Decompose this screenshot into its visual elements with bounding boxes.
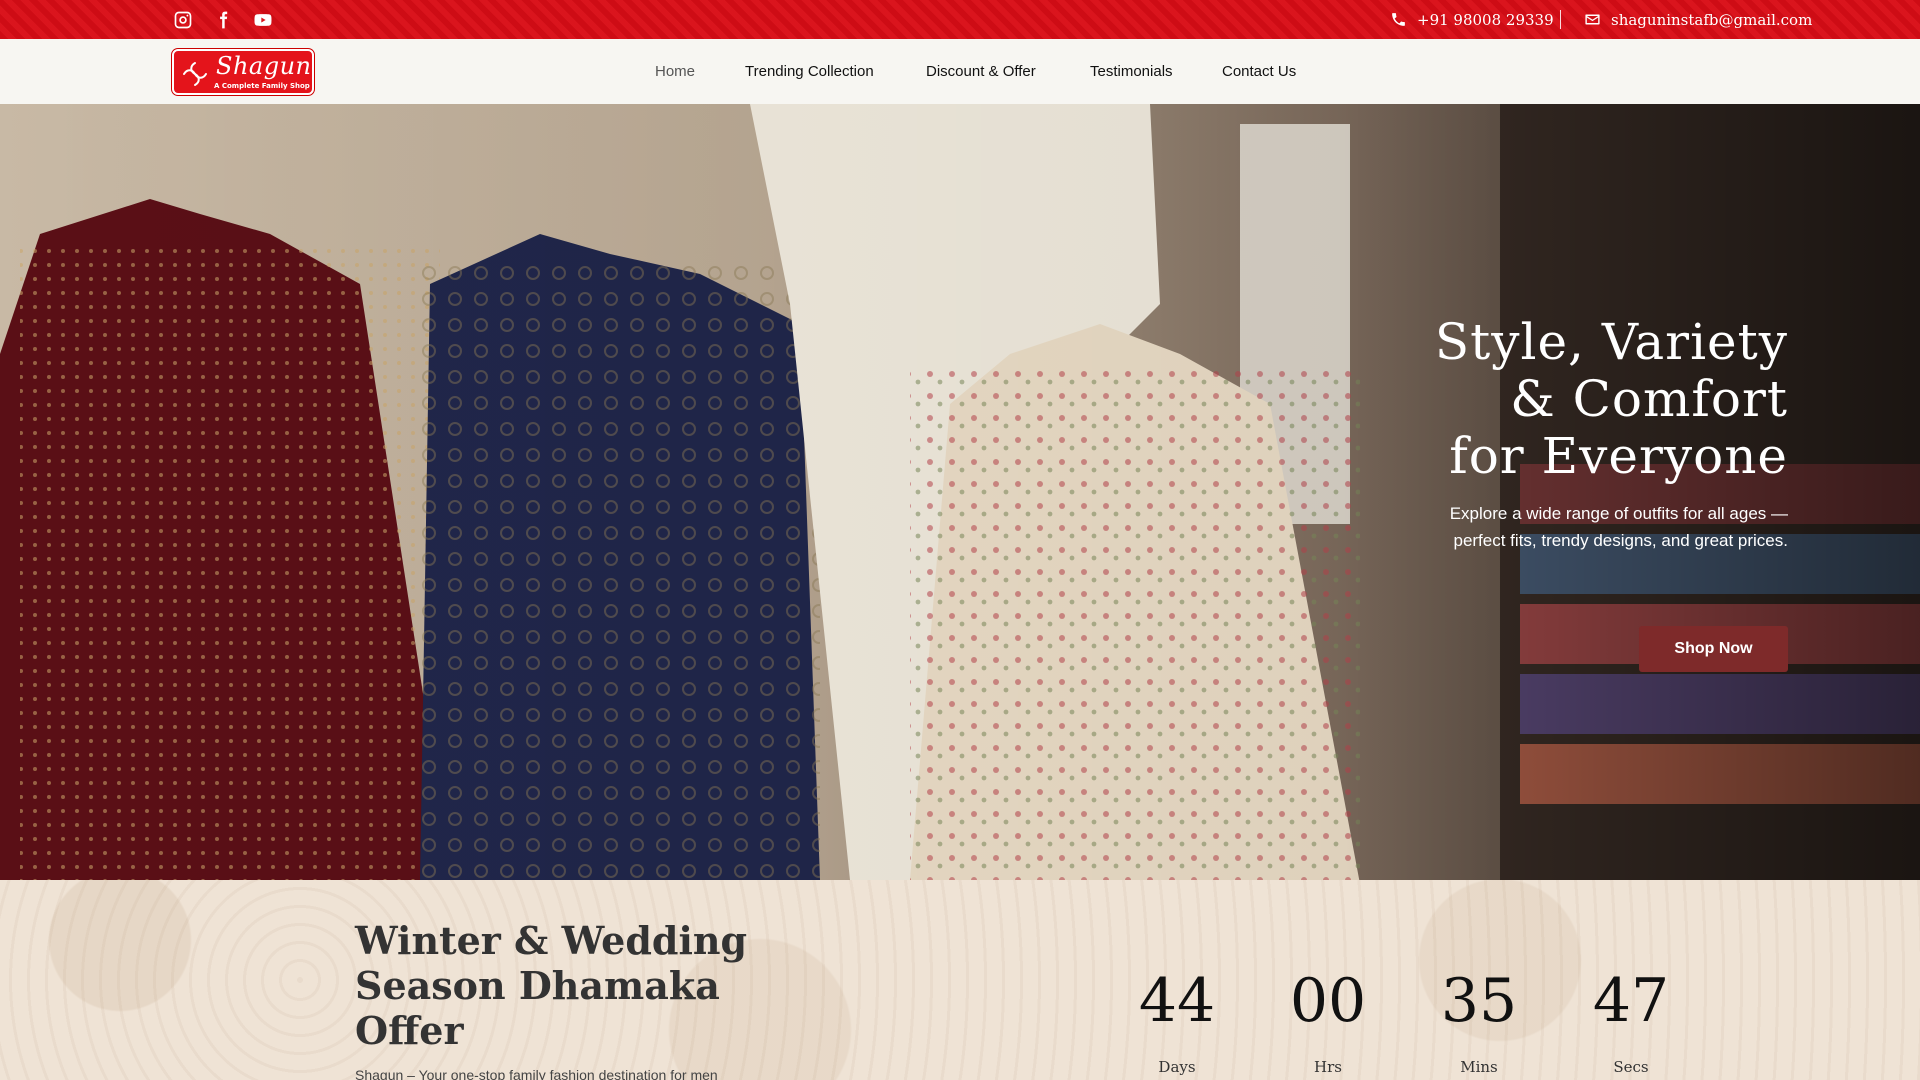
countdown-hours: 00 Hrs <box>1268 968 1388 1076</box>
youtube-icon[interactable] <box>252 9 274 31</box>
offer-title: Winter & Wedding Season Dhamaka Offer <box>355 918 748 1053</box>
email-contact[interactable]: shaguninstafb@gmail.com <box>1584 0 1812 39</box>
countdown-label: Secs <box>1613 1058 1649 1076</box>
mail-icon <box>1585 14 1600 25</box>
countdown-value: 35 <box>1440 966 1518 1036</box>
hero-title: Style, Variety & Comfort for Everyone <box>1435 314 1788 485</box>
nav-trending-collection[interactable]: Trending Collection <box>745 63 874 80</box>
nav-contact-us[interactable]: Contact Us <box>1222 63 1296 80</box>
brand-tagline: A Complete Family Shop <box>214 82 310 90</box>
phone-number: +91 98008 29339 <box>1417 10 1554 29</box>
nav-home[interactable]: Home <box>655 63 695 80</box>
shop-now-button[interactable]: Shop Now <box>1639 626 1788 672</box>
hero-title-line: for Everyone <box>1449 427 1788 485</box>
countdown-label: Hrs <box>1314 1058 1342 1076</box>
countdown-seconds: 47 Secs <box>1571 968 1691 1076</box>
nav-testimonials[interactable]: Testimonials <box>1090 63 1173 80</box>
brand-name: Shagun <box>216 52 312 80</box>
navbar: Shagun A Complete Family Shop Home Trend… <box>0 39 1920 104</box>
countdown-minutes: 35 Mins <box>1419 968 1539 1076</box>
hero-image <box>0 104 1920 880</box>
countdown-label: Mins <box>1460 1058 1498 1076</box>
phone-contact[interactable]: +91 98008 29339 <box>1390 0 1554 39</box>
divider <box>1560 10 1561 29</box>
hero-banner: Style, Variety & Comfort for Everyone Ex… <box>0 104 1920 880</box>
countdown-value: 44 <box>1138 966 1216 1036</box>
offer-description: Shagun – Your one-stop family fashion de… <box>355 1067 718 1080</box>
hero-title-line: Style, Variety <box>1434 313 1788 371</box>
brand-logo[interactable]: Shagun A Complete Family Shop <box>172 49 314 95</box>
top-bar: +91 98008 29339 shaguninstafb@gmail.com <box>0 0 1920 39</box>
email-address: shaguninstafb@gmail.com <box>1611 10 1813 29</box>
hero-title-line: & Comfort <box>1510 370 1788 428</box>
nav-discount-offer[interactable]: Discount & Offer <box>926 63 1036 80</box>
phone-icon <box>1392 13 1405 26</box>
countdown-label: Days <box>1158 1058 1196 1076</box>
offer-section: Winter & Wedding Season Dhamaka Offer Sh… <box>0 880 1920 1080</box>
facebook-icon[interactable] <box>212 9 234 31</box>
countdown-value: 47 <box>1592 966 1670 1036</box>
countdown-value: 00 <box>1289 966 1367 1036</box>
hero-subtitle: Explore a wide range of outfits for all … <box>1449 504 1788 550</box>
countdown-days: 44 Days <box>1117 968 1237 1076</box>
logo-mark-icon <box>183 62 207 86</box>
instagram-icon[interactable] <box>172 9 194 31</box>
